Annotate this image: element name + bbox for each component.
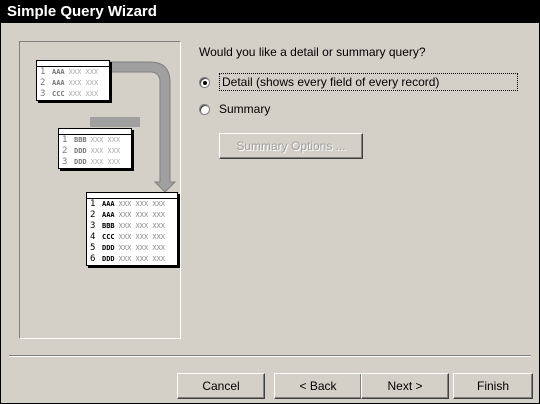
radio-unselected-icon[interactable] (199, 103, 210, 115)
table-row: 1 AAA XXX XXX XXX (90, 199, 166, 209)
separator (9, 355, 531, 357)
result-table-graphic: 1 AAA XXX XXX XXX 2 AAA XXX XXX XXX 3 BBB XXX … (86, 192, 178, 266)
second-table-graphic: 1 BBB XXX XXX 2 DDD XXX XXX 3 DDD XXX XXX (58, 128, 132, 169)
illustration-panel: 1 AAA XXX XXX 2 AAA XXX XXX 3 CCC XXX XXX 1 BBB… (19, 41, 181, 339)
table-row: 4 CCC XXX XXX XXX (90, 232, 166, 242)
table-row: 3 BBB XXX XXX XXX (90, 221, 166, 231)
table-row: 1 AAA XXX XXX (40, 67, 99, 77)
radio-summary[interactable]: Summary (199, 102, 270, 116)
summary-options-button[interactable]: Summary Options ... (219, 133, 363, 159)
finish-button[interactable]: Finish (453, 373, 533, 399)
radio-detail-label[interactable]: Detail (shows every field of every recor… (219, 73, 519, 91)
table-row: 5 DDD XXX XXX XXX (90, 243, 166, 253)
table-row: 3 DDD XXX XXX (62, 157, 121, 167)
table-row: 2 AAA XXX XXX XXX (90, 210, 166, 220)
radio-detail[interactable]: Detail (shows every field of every recor… (199, 73, 519, 91)
wizard-window: Simple Query Wizard 1 AAA XXX XXX 2 AAA XXX … (0, 0, 540, 404)
cancel-button[interactable]: Cancel (177, 373, 265, 399)
radio-selected-icon[interactable] (199, 76, 210, 88)
table-row: 2 DDD XXX XXX (62, 146, 121, 156)
table-row: 6 DDD XXX XXX XXX (90, 254, 166, 264)
source-table-graphic: 1 AAA XXX XXX 2 AAA XXX XXX 3 CCC XXX XXX (36, 60, 110, 101)
table-row: 1 BBB XXX XXX (62, 135, 121, 145)
window-title: Simple Query Wizard (1, 1, 539, 23)
next-button[interactable]: Next > (361, 373, 449, 399)
back-button[interactable]: < Back (274, 373, 362, 399)
question-text: Would you like a detail or summary query… (199, 45, 426, 59)
table-row: 3 CCC XXX XXX (40, 89, 99, 99)
table-row: 2 AAA XXX XXX (40, 78, 99, 88)
radio-summary-label[interactable]: Summary (219, 102, 270, 116)
